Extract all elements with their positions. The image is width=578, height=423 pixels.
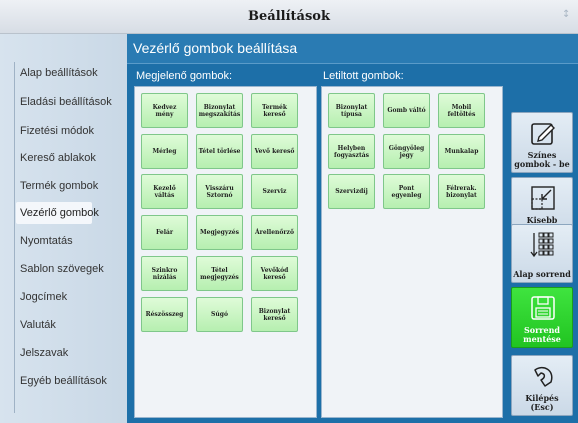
sidebar-item-egyeb[interactable]: Egyéb beállítások	[20, 370, 120, 392]
disabled-control-button[interactable]: Gomb váltó	[383, 93, 430, 128]
visible-control-button[interactable]: Szinkro nizálás	[141, 256, 188, 291]
sidebar-item-jogcimek[interactable]: Jogcímek	[20, 286, 120, 308]
disabled-control-button[interactable]: Pont egyenleg	[383, 174, 430, 209]
exit-button[interactable]: Kilépés (Esc)	[511, 355, 573, 416]
color-buttons-label: Színes gombok - be	[514, 150, 570, 169]
visible-control-button[interactable]: Felár	[141, 215, 188, 250]
page-title: Vezérlő gombok beállítása	[133, 40, 298, 56]
sidebar-item-sablon[interactable]: Sablon szövegek	[20, 258, 120, 280]
sidebar-item-nyomtatas[interactable]: Nyomtatás	[20, 230, 120, 252]
visible-control-button[interactable]: Vevőkód kereső	[251, 256, 298, 291]
visible-control-button[interactable]: Kedvez mény	[141, 93, 188, 128]
visible-control-button[interactable]: Kezelő váltás	[141, 174, 188, 209]
exit-label: Kilépés (Esc)	[525, 393, 559, 412]
color-buttons-toggle[interactable]: Színes gombok - be	[511, 112, 573, 173]
visible-control-button[interactable]: Bizonylat megszakítás	[196, 93, 243, 128]
edit-icon	[531, 123, 555, 145]
grid-order-icon	[530, 232, 554, 258]
pin-icon[interactable]: ↕	[562, 9, 572, 21]
visible-control-button[interactable]: Árellenőrző	[251, 215, 298, 250]
sidebar-item-eladasi[interactable]: Eladási beállítások	[20, 91, 120, 113]
sidebar-item-jelszavak[interactable]: Jelszavak	[20, 342, 120, 364]
visible-control-button[interactable]: Súgó	[196, 297, 243, 332]
visible-control-button[interactable]: Szerviz	[251, 174, 298, 209]
title-bar: Beállítások ↕	[0, 0, 578, 34]
sidebar-item-termek[interactable]: Termék gombok	[20, 175, 120, 197]
disabled-control-button[interactable]: Szervizdíj	[328, 174, 375, 209]
visible-control-button[interactable]: Megjegyzés	[196, 215, 243, 250]
sidebar-item-valutak[interactable]: Valuták	[20, 314, 120, 336]
save-icon	[531, 296, 555, 320]
shrink-icon	[531, 186, 555, 210]
disabled-control-button[interactable]: Helyben fogyasztás	[328, 134, 375, 169]
settings-sidebar: Alap beállítások Eladási beállítások Fiz…	[0, 34, 127, 423]
visible-control-button[interactable]: Visszáru Sztornó	[196, 174, 243, 209]
sidebar-item-alap[interactable]: Alap beállítások	[20, 62, 120, 84]
visible-control-button[interactable]: Részösszeg	[141, 297, 188, 332]
disabled-control-button[interactable]: Munkalap	[438, 134, 485, 169]
main-header: Vezérlő gombok beállítása	[127, 34, 578, 64]
sidebar-item-vezerlo[interactable]: Vezérlő gombok	[16, 202, 99, 224]
disabled-control-button[interactable]: Félrerak. bizonylat	[438, 174, 485, 209]
save-order-label: Sorrend mentése	[523, 325, 561, 344]
window-title: Beállítások	[248, 9, 330, 24]
visible-buttons-label: Megjelenő gombok:	[136, 70, 233, 82]
save-order-button[interactable]: Sorrend mentése	[511, 287, 573, 348]
visible-control-button[interactable]: Vevő kereső	[251, 134, 298, 169]
disabled-control-button[interactable]: Bizonylat típusa	[328, 93, 375, 128]
default-order-button[interactable]: Alap sorrend	[511, 224, 573, 283]
sidebar-item-fizetesi[interactable]: Fizetési módok	[20, 120, 120, 142]
visible-buttons-panel: Kedvez mény Bizonylat megszakítás Termék k…	[134, 86, 317, 418]
disabled-buttons-panel: Bizonylat típusa Gomb váltó Mobil feltölté…	[321, 86, 503, 418]
visible-control-button[interactable]: Bizonylat kereső	[251, 297, 298, 332]
sidebar-tree-line	[14, 62, 15, 413]
visible-control-button[interactable]: Tétel törlése	[196, 134, 243, 169]
disabled-buttons-label: Letiltott gombok:	[323, 70, 404, 82]
visible-control-button[interactable]: Mérleg	[141, 134, 188, 169]
default-order-label: Alap sorrend	[513, 269, 571, 279]
main-panel: Vezérlő gombok beállítása Megjelenő gomb…	[127, 34, 578, 423]
disabled-control-button[interactable]: Mobil feltöltés	[438, 93, 485, 128]
visible-control-button[interactable]: Tétel megjegyzés	[196, 256, 243, 291]
visible-control-button[interactable]: Termék kereső	[251, 93, 298, 128]
disabled-control-button[interactable]: Göngyöleg jegy	[383, 134, 430, 169]
undo-icon	[534, 366, 553, 387]
sidebar-item-kereso[interactable]: Kereső ablakok	[20, 147, 120, 169]
